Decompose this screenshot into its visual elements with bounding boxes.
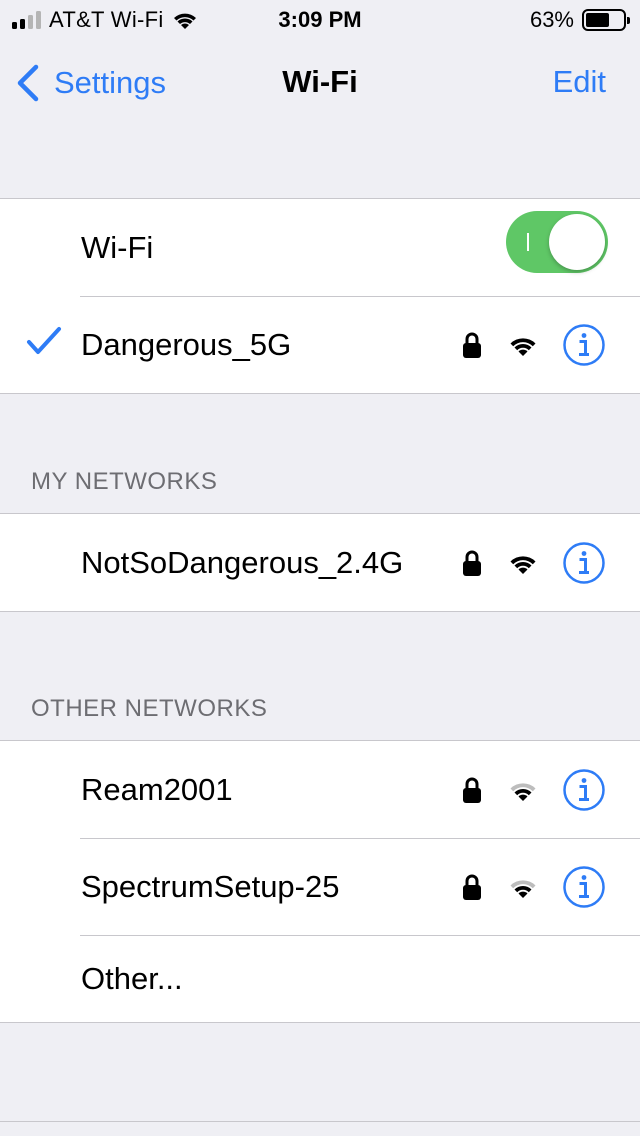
edit-button[interactable]: Edit <box>553 64 606 100</box>
connected-network-row[interactable]: Dangerous_5G <box>0 296 640 393</box>
network-icons <box>462 514 606 611</box>
info-icon[interactable] <box>562 541 606 585</box>
nav-bar: Settings Wi-Fi Edit <box>0 48 640 118</box>
other-networks-header: OTHER NETWORKS <box>31 695 268 722</box>
wifi-group: Wi-Fi Dangerous_5G <box>0 198 640 394</box>
wifi-icon <box>510 555 536 574</box>
lock-icon <box>463 550 481 576</box>
wifi-toggle-switch[interactable] <box>506 211 608 273</box>
network-name: Ream2001 <box>81 771 233 807</box>
toggle-knob <box>549 214 605 270</box>
my-networks-header: MY NETWORKS <box>31 468 218 495</box>
network-name: NotSoDangerous_2.4G <box>81 544 404 580</box>
info-icon[interactable] <box>562 865 606 909</box>
toggle-on-indicator <box>527 233 529 251</box>
other-network-row[interactable]: Other... <box>0 935 640 1022</box>
wifi-icon <box>510 879 536 898</box>
connected-network-name: Dangerous_5G <box>81 326 292 362</box>
other-network-label: Other... <box>81 960 183 996</box>
network-row[interactable]: NotSoDangerous_2.4G <box>0 514 640 611</box>
wifi-toggle-row: Wi-Fi <box>0 199 640 296</box>
other-networks-group: Ream2001 SpectrumSetup-25 Other... <box>0 740 640 1023</box>
battery-icon <box>582 9 630 31</box>
wifi-icon <box>510 337 536 356</box>
network-icons <box>462 838 606 935</box>
bottom-divider <box>0 1121 640 1122</box>
battery-percent: 63% <box>529 7 574 32</box>
status-bar: AT&T Wi-Fi 3:09 PM 63% <box>0 0 640 40</box>
lock-icon <box>463 874 481 900</box>
network-icons <box>462 296 606 393</box>
checkmark-icon <box>27 327 61 354</box>
network-row[interactable]: SpectrumSetup-25 <box>0 838 640 935</box>
page-title: Wi-Fi <box>282 64 358 99</box>
network-icons <box>462 741 606 838</box>
battery-cap <box>627 17 630 24</box>
wifi-icon <box>510 782 536 801</box>
battery-fill <box>586 13 609 27</box>
network-row[interactable]: Ream2001 <box>0 741 640 838</box>
network-name: SpectrumSetup-25 <box>81 868 340 904</box>
info-icon[interactable] <box>562 768 606 812</box>
wifi-toggle-label: Wi-Fi <box>81 229 154 265</box>
info-icon[interactable] <box>562 323 606 367</box>
my-networks-group: NotSoDangerous_2.4G <box>0 513 640 612</box>
lock-icon <box>463 332 481 358</box>
status-right: 63% <box>529 7 630 33</box>
lock-icon <box>463 777 481 803</box>
